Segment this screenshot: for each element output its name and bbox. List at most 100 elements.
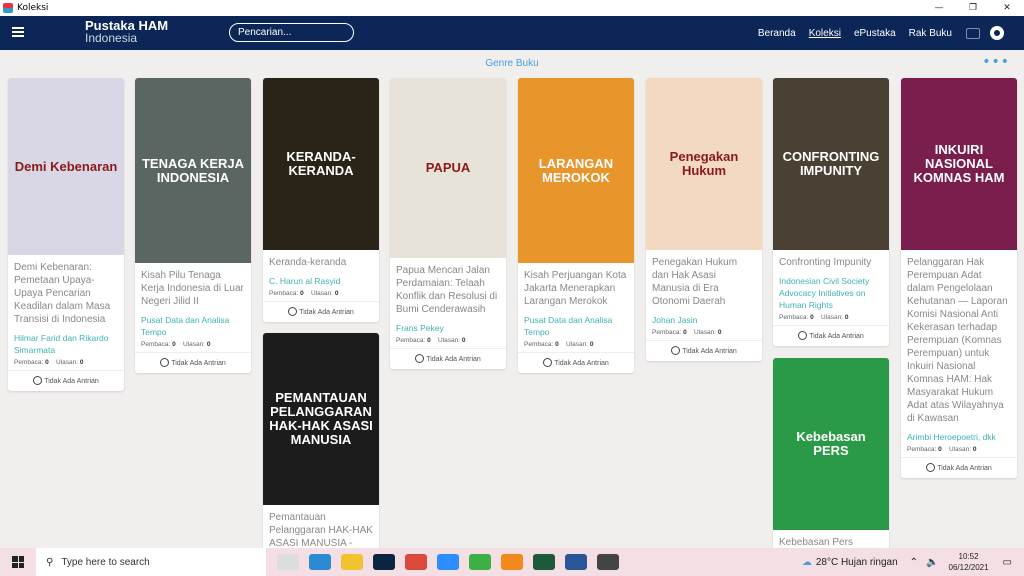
app-icon xyxy=(3,3,13,13)
readers-label: Pembaca: xyxy=(779,314,809,321)
book-card[interactable]: TENAGA KERJA INDONESIA Kisah Pilu Tenaga… xyxy=(135,78,251,373)
brand-logo[interactable]: Pustaka HAM Indonesia xyxy=(85,19,168,44)
queue-status[interactable]: Tidak Ada Antrian xyxy=(263,301,379,322)
queue-label: Tidak Ada Antrian xyxy=(426,356,481,363)
queue-label: Tidak Ada Antrian xyxy=(937,465,992,472)
book-title[interactable]: Keranda-keranda xyxy=(269,256,373,269)
task-view-icon[interactable] xyxy=(277,554,299,570)
reviews-label: Ulasan: xyxy=(565,341,588,348)
section-title: Genre Buku xyxy=(485,58,539,69)
book-cover[interactable]: Demi Kebenaran xyxy=(8,78,124,255)
book-card[interactable]: Kebebasan PERS Kebebasan Pers xyxy=(773,358,889,553)
maximize-button[interactable]: ❐ xyxy=(956,0,990,16)
book-card[interactable]: LARANGAN MEROKOK Kisah Perjuangan Kota J… xyxy=(518,78,634,373)
notifications-icon[interactable]: ▭ xyxy=(1003,557,1012,568)
book-cover[interactable]: Penegakan Hukum xyxy=(646,78,762,250)
queue-label: Tidak Ada Antrian xyxy=(171,360,226,367)
clock[interactable]: 10:52 06/12/2021 xyxy=(949,551,989,573)
vlc-icon[interactable] xyxy=(501,554,523,570)
book-title[interactable]: Pemantauan Pelanggaran HAK-HAK ASASI MAN… xyxy=(269,511,373,550)
book-stats: Pembaca: 0 Ulasan: 0 xyxy=(14,359,118,366)
nav-link-epustaka[interactable]: ePustaka xyxy=(854,28,896,39)
cover-lettering: PEMANTAUAN PELANGGARAN HAK-HAK ASASI MAN… xyxy=(269,390,373,447)
book-title[interactable]: Demi Kebenaran: Pemetaan Upaya-Upaya Pen… xyxy=(14,261,118,326)
cover-lettering: Kebebasan PERS xyxy=(796,429,866,458)
book-stats: Pembaca: 0 Ulasan: 0 xyxy=(269,290,373,297)
book-title[interactable]: Kisah Perjuangan Kota Jakarta Menerapkan… xyxy=(524,269,628,308)
word-icon[interactable] xyxy=(565,554,587,570)
nav-link-rak-buku[interactable]: Rak Buku xyxy=(909,28,952,39)
minimize-button[interactable]: — xyxy=(922,0,956,16)
queue-status[interactable]: Tidak Ada Antrian xyxy=(901,457,1017,478)
weather-text[interactable]: 28°C Hujan ringan xyxy=(816,557,898,568)
book-author[interactable]: Pusat Data dan Analisa Tempo xyxy=(141,314,245,338)
book-cover[interactable]: TENAGA KERJA INDONESIA xyxy=(135,78,251,263)
tray-chevron-icon[interactable]: ⌃ xyxy=(910,557,918,568)
chrome-icon[interactable] xyxy=(405,554,427,570)
queue-status[interactable]: Tidak Ada Antrian xyxy=(390,348,506,369)
hamburger-menu-icon[interactable] xyxy=(12,27,24,37)
app-icon-green[interactable] xyxy=(533,554,555,570)
taskbar-search[interactable]: ⚲ Type here to search xyxy=(36,548,266,576)
book-cover[interactable]: Kebebasan PERS xyxy=(773,358,889,530)
book-cover[interactable]: KERANDA-KERANDA xyxy=(263,78,379,250)
readers-label: Pembaca: xyxy=(141,341,171,348)
book-author[interactable]: Pusat Data dan Analisa Tempo xyxy=(524,314,628,338)
timer-icon xyxy=(926,463,936,472)
book-cover[interactable]: CONFRONTING IMPUNITY xyxy=(773,78,889,250)
reviews-count: 0 xyxy=(972,446,977,453)
window-title: Koleksi xyxy=(17,3,49,13)
book-cover[interactable]: PEMANTAUAN PELANGGARAN HAK-HAK ASASI MAN… xyxy=(263,333,379,505)
book-title[interactable]: Penegakan Hukum dan Hak Asasi Manusia di… xyxy=(652,256,756,308)
readers-count: 0 xyxy=(427,337,431,344)
nav-link-koleksi[interactable]: Koleksi xyxy=(809,28,841,39)
book-stats: Pembaca: 0 Ulasan: 0 xyxy=(141,341,245,348)
book-card[interactable]: PEMANTAUAN PELANGGARAN HAK-HAK ASASI MAN… xyxy=(263,333,379,554)
queue-status[interactable]: Tidak Ada Antrian xyxy=(135,352,251,373)
queue-status[interactable]: Tidak Ada Antrian xyxy=(8,370,124,391)
edge-icon[interactable] xyxy=(309,554,331,570)
book-author[interactable]: Hilmar Farid dan Rikardo Simarmata xyxy=(14,332,118,356)
book-author[interactable]: Johan Jasin xyxy=(652,314,756,326)
cover-lettering: CONFRONTING IMPUNITY xyxy=(782,149,880,178)
profile-icon[interactable] xyxy=(990,26,1004,40)
close-button[interactable]: ✕ xyxy=(990,0,1024,16)
search-input[interactable] xyxy=(229,23,354,42)
book-cover[interactable]: PAPUA xyxy=(390,78,506,258)
pustaka-app-icon[interactable] xyxy=(597,554,619,570)
timer-icon xyxy=(288,307,298,316)
book-title[interactable]: Confronting Impunity xyxy=(779,256,883,269)
chat-icon[interactable] xyxy=(966,27,980,39)
book-author[interactable]: Arimbi Heroepoetri, dkk xyxy=(907,431,1011,443)
book-card[interactable]: Penegakan Hukum Penegakan Hukum dan Hak … xyxy=(646,78,762,361)
book-card[interactable]: INKUIRI NASIONAL KOMNAS HAM Pelanggaran … xyxy=(901,78,1017,478)
readers-label: Pembaca: xyxy=(652,329,682,336)
book-author[interactable]: Frans Pekey xyxy=(396,322,500,334)
queue-status[interactable]: Tidak Ada Antrian xyxy=(518,352,634,373)
book-author[interactable]: Indonesian Civil Society Advocacy Initia… xyxy=(779,275,883,311)
book-cover[interactable]: INKUIRI NASIONAL KOMNAS HAM xyxy=(901,78,1017,250)
book-card[interactable]: KERANDA-KERANDA Keranda-keranda C. Harun … xyxy=(263,78,379,322)
more-options-icon[interactable]: ••• xyxy=(982,54,1010,70)
zoom-icon[interactable] xyxy=(437,554,459,570)
reviews-label: Ulasan: xyxy=(693,329,716,336)
book-title[interactable]: Pelanggaran Hak Perempuan Adat dalam Pen… xyxy=(907,256,1011,425)
readers-label: Pembaca: xyxy=(907,446,937,453)
queue-status[interactable]: Tidak Ada Antrian xyxy=(646,340,762,361)
reviews-count: 0 xyxy=(844,314,849,321)
book-card[interactable]: PAPUA Papua Mencari Jalan Perdamaian: Te… xyxy=(390,78,506,369)
book-card[interactable]: Demi Kebenaran Demi Kebenaran: Pemetaan … xyxy=(8,78,124,391)
book-author[interactable]: C. Harun al Rasyid xyxy=(269,275,373,287)
book-title[interactable]: Kisah Pilu Tenaga Kerja Indonesia di Lua… xyxy=(141,269,245,308)
book-title[interactable]: Papua Mencari Jalan Perdamaian: Telaah K… xyxy=(396,264,500,316)
queue-status[interactable]: Tidak Ada Antrian xyxy=(773,325,889,346)
volume-icon[interactable]: 🔈 xyxy=(926,557,938,568)
nav-link-beranda[interactable]: Beranda xyxy=(758,28,796,39)
windows-start-icon[interactable] xyxy=(12,556,24,568)
phone-icon[interactable] xyxy=(469,554,491,570)
weather-icon[interactable]: ☁ xyxy=(802,557,812,568)
book-card[interactable]: CONFRONTING IMPUNITY Confronting Impunit… xyxy=(773,78,889,346)
book-cover[interactable]: LARANGAN MEROKOK xyxy=(518,78,634,263)
file-explorer-icon[interactable] xyxy=(341,554,363,570)
photoshop-icon[interactable] xyxy=(373,554,395,570)
